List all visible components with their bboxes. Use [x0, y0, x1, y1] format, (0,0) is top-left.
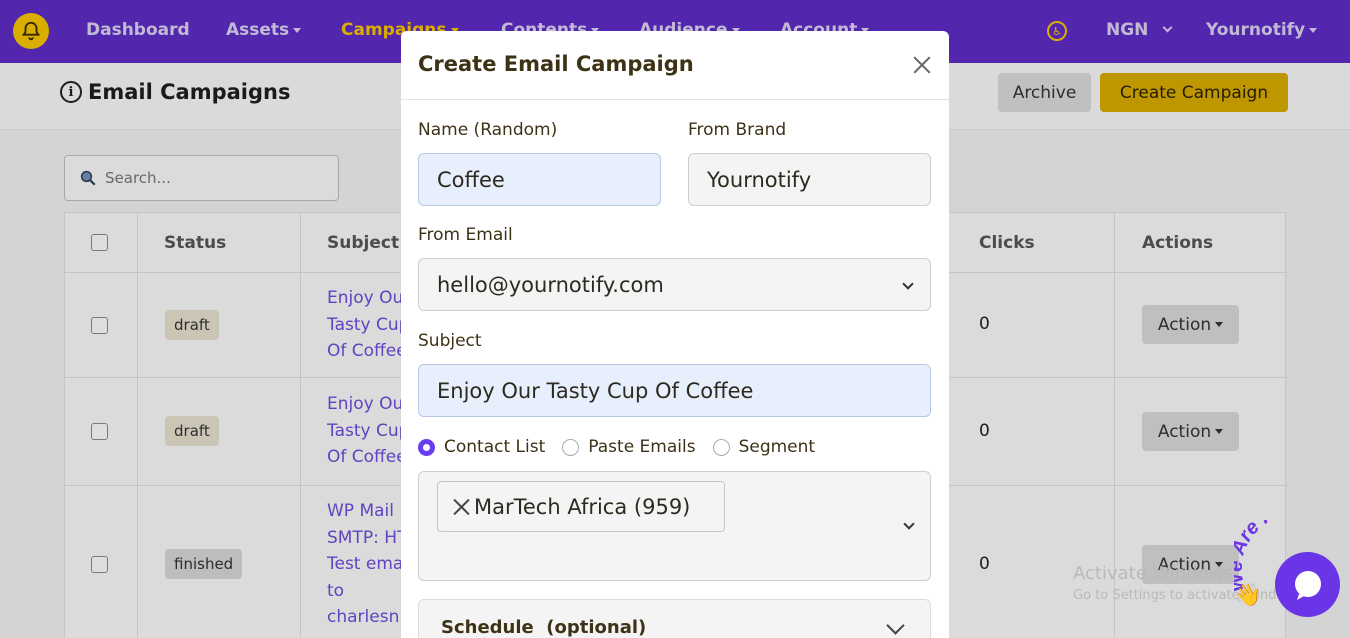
create-email-campaign-modal: Create Email Campaign Name (Random) Coff… [401, 31, 949, 638]
chip-label: MarTech Africa (959) [474, 494, 691, 519]
brand-label: From Brand [688, 120, 787, 140]
contact-list-radio[interactable] [418, 438, 435, 456]
paste-emails-label[interactable]: Paste Emails [588, 437, 695, 457]
email-label: From Email [418, 225, 513, 245]
from-email-value: hello@yournotify.com [437, 272, 664, 297]
svg-text:👋: 👋 [1234, 582, 1261, 608]
name-input[interactable]: Coffee [418, 153, 661, 206]
selected-list-chip: MarTech Africa (959) [437, 481, 725, 532]
close-icon[interactable] [907, 51, 937, 81]
brand-input[interactable]: Yournotify [688, 153, 931, 206]
chevron-down-icon[interactable] [903, 518, 915, 530]
remove-chip-icon[interactable] [452, 498, 470, 516]
modal-title: Create Email Campaign [418, 52, 694, 76]
contact-list-multiselect[interactable]: MarTech Africa (959) [418, 471, 931, 581]
segment-radio[interactable] [712, 438, 730, 456]
segment-label[interactable]: Segment [739, 437, 816, 457]
chevron-down-icon [902, 278, 914, 290]
contact-list-label[interactable]: Contact List [444, 437, 545, 457]
chevron-down-icon [886, 616, 905, 635]
modal-header: Create Email Campaign [401, 31, 949, 100]
paste-emails-radio[interactable] [562, 438, 580, 456]
schedule-accordion[interactable]: Schedule (optional) [418, 599, 931, 638]
subject-label: Subject [418, 331, 482, 351]
subject-input[interactable]: Enjoy Our Tasty Cup Of Coffee [418, 364, 931, 417]
name-label: Name (Random) [418, 120, 558, 140]
chat-bubble-icon[interactable] [1275, 552, 1340, 617]
schedule-title: Schedule (optional) [441, 617, 647, 638]
from-email-select[interactable]: hello@yournotify.com [418, 258, 931, 311]
recipient-type-radios: Contact List Paste Emails Segment [418, 437, 832, 457]
